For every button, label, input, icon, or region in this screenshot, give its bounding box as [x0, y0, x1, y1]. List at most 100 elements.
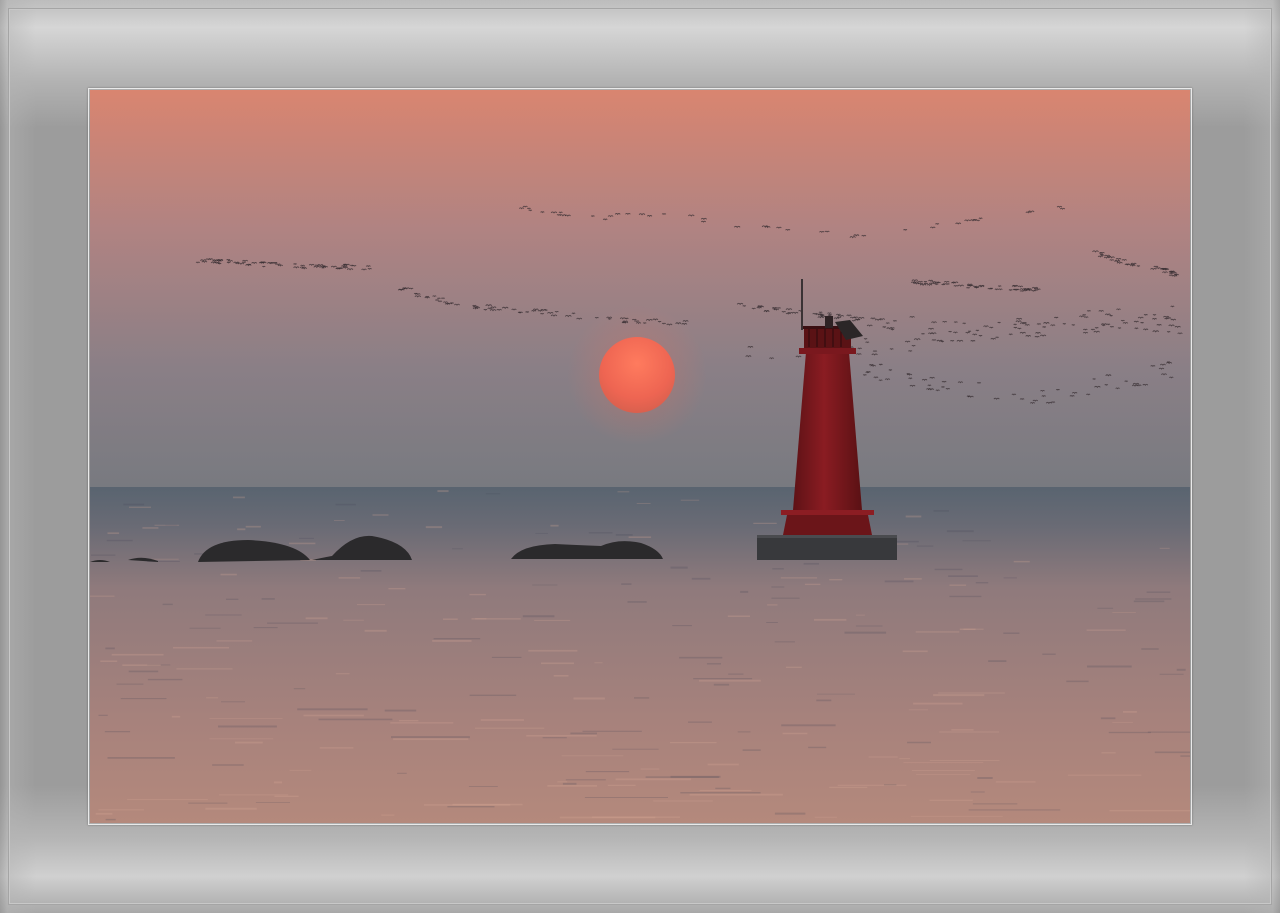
bird [540, 211, 545, 214]
bird [1174, 273, 1180, 276]
bird [941, 380, 947, 383]
bird [1011, 393, 1017, 396]
bird [1050, 324, 1056, 327]
bird [851, 319, 856, 322]
frame-shade-left [0, 0, 90, 913]
bird [1013, 323, 1017, 326]
bird [953, 321, 958, 324]
bird [544, 309, 548, 312]
bird [785, 312, 791, 315]
bird [624, 317, 629, 320]
bird [700, 220, 707, 223]
bird [1170, 305, 1175, 308]
bird [1143, 314, 1148, 316]
bird [975, 329, 980, 332]
bird [1120, 319, 1125, 322]
bird [518, 311, 523, 314]
bird [1090, 328, 1096, 331]
bird [528, 209, 533, 212]
bird [522, 205, 528, 208]
bird [440, 297, 446, 300]
bird [602, 218, 608, 221]
bird [1117, 327, 1122, 330]
bird [321, 265, 326, 268]
bird [247, 263, 252, 266]
bird [889, 348, 894, 351]
bird [1097, 255, 1103, 258]
bird [1041, 395, 1046, 398]
bird [1040, 389, 1045, 392]
bird [989, 287, 994, 290]
bird [785, 229, 791, 231]
bird [444, 303, 450, 306]
bird [1130, 263, 1136, 266]
bird [781, 311, 787, 313]
bird [1019, 290, 1025, 293]
bird [934, 283, 939, 286]
bird [1008, 289, 1013, 292]
bird [972, 333, 978, 336]
bird [998, 288, 1003, 291]
bird [928, 279, 934, 282]
bird [997, 321, 1001, 324]
bird [636, 322, 642, 325]
bird [554, 310, 559, 313]
bird [926, 388, 932, 391]
bird [973, 285, 978, 288]
bird [965, 331, 970, 334]
bird [827, 314, 832, 317]
bird [349, 264, 354, 267]
bird [205, 258, 211, 261]
bird [772, 308, 777, 311]
bird [908, 350, 913, 353]
bird [1069, 395, 1075, 398]
bird [1140, 322, 1144, 324]
bird [1115, 387, 1120, 390]
bird [1106, 323, 1111, 326]
bird [923, 281, 928, 283]
bird [1029, 402, 1036, 405]
bird [1166, 331, 1171, 333]
frame-shade-right [1190, 0, 1280, 913]
bird [892, 320, 897, 322]
bird [631, 318, 637, 321]
bird [1083, 316, 1089, 319]
bird [917, 280, 923, 283]
bird [214, 261, 220, 264]
bird [827, 312, 832, 315]
bird [525, 311, 530, 314]
bird [483, 309, 488, 311]
bird [367, 268, 372, 270]
bird [931, 339, 937, 342]
bird [997, 285, 1002, 288]
bird [751, 307, 756, 310]
bird [1136, 265, 1141, 268]
bird [1125, 263, 1131, 266]
bird [340, 265, 347, 268]
bird [927, 384, 932, 387]
bird [1036, 323, 1042, 326]
bird [558, 211, 563, 214]
bird [1082, 314, 1087, 317]
bird [1008, 333, 1013, 336]
bird [443, 301, 448, 304]
bird [946, 283, 950, 286]
bird [908, 377, 913, 380]
bird [300, 264, 305, 267]
scene-svg [90, 90, 1190, 823]
bird [571, 312, 576, 315]
bird [195, 261, 201, 264]
bird [262, 265, 266, 268]
bird [1101, 324, 1106, 327]
bird [242, 261, 246, 264]
bird [941, 386, 945, 389]
bird [217, 262, 222, 265]
bird [226, 259, 231, 261]
bird [978, 335, 983, 337]
bird [365, 265, 371, 268]
bird [594, 316, 599, 319]
bird [873, 376, 879, 379]
bird [903, 229, 908, 231]
bird [967, 330, 972, 333]
bird [1134, 327, 1139, 330]
